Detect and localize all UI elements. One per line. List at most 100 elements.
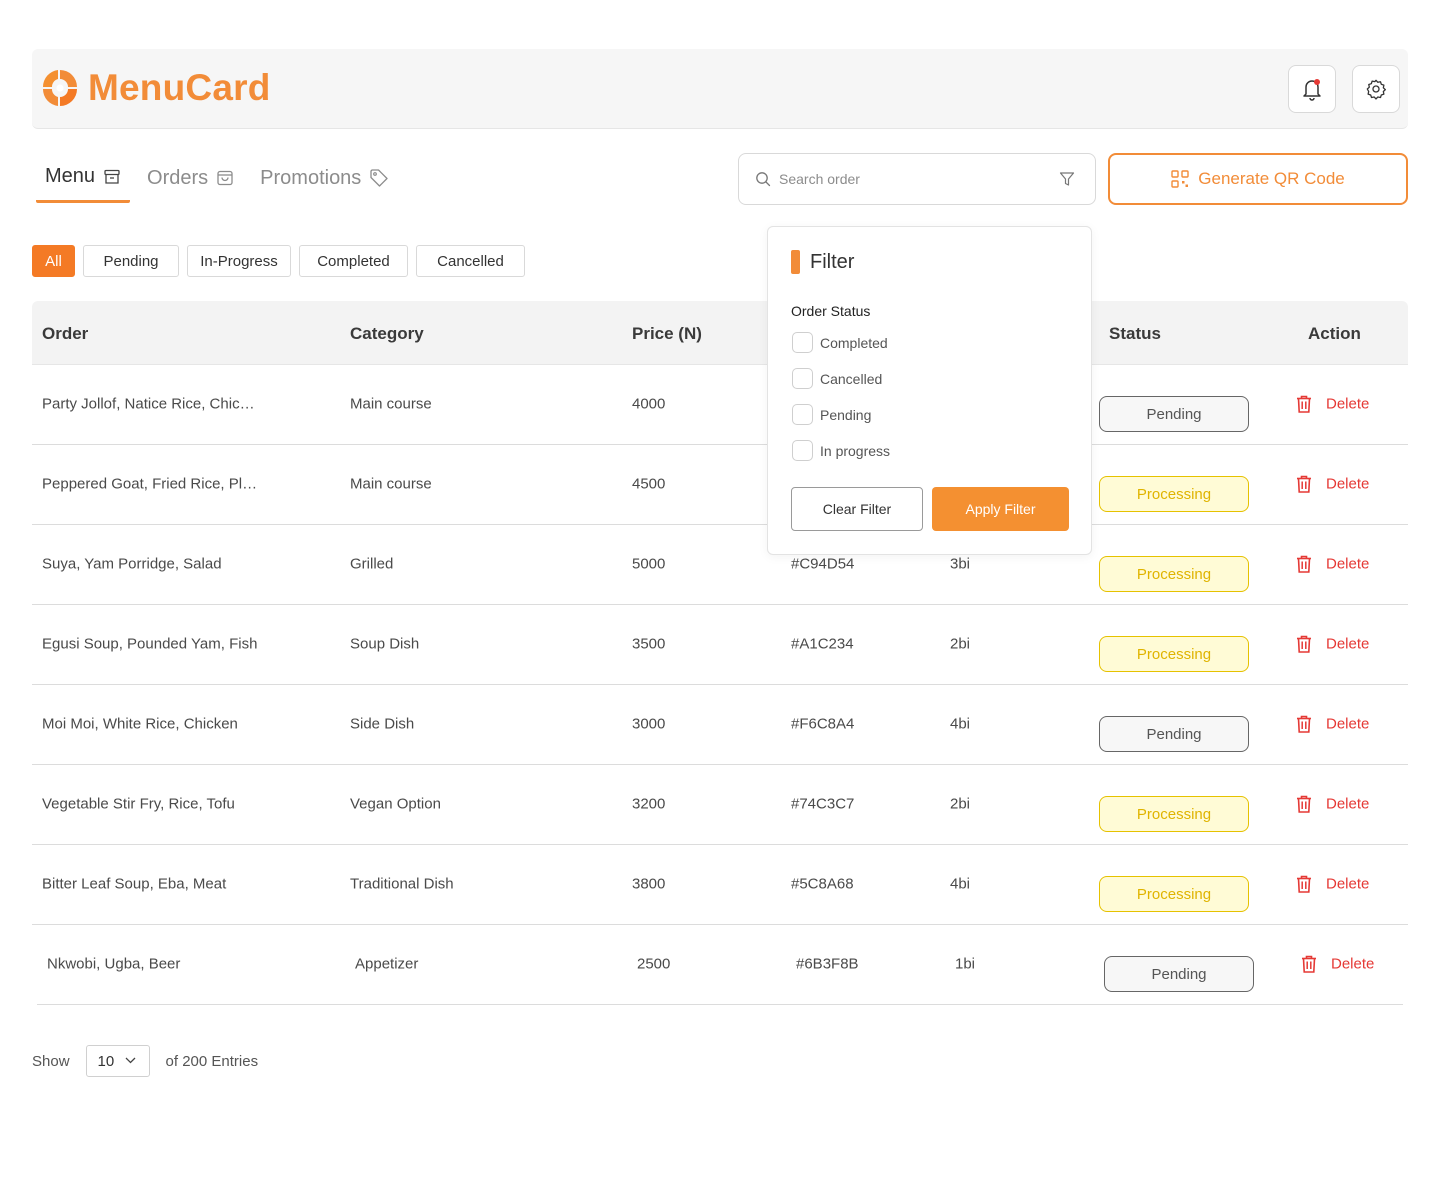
checkbox[interactable] <box>792 404 813 425</box>
tab-menu[interactable]: Menu <box>36 160 131 203</box>
qr-code-icon <box>1171 170 1189 188</box>
chip-completed[interactable]: Completed <box>299 245 408 277</box>
page-size-value: 10 <box>97 1052 115 1070</box>
table-row[interactable]: Moi Moi, White Rice, Chicken Side Dish 300… <box>32 685 1408 765</box>
order-category: Main course <box>350 475 432 493</box>
delete-label: Delete <box>1326 475 1370 493</box>
chip-in-progress[interactable]: In-Progress <box>187 245 291 277</box>
order-items: Peppered Goat, Fried Rice, Pl… <box>42 475 258 493</box>
table-header: Order Category Price (N) Status Action <box>32 301 1408 365</box>
delete-button[interactable]: Delete <box>1296 555 1369 574</box>
bag-icon <box>217 170 233 186</box>
table-row[interactable]: Peppered Goat, Fried Rice, Pl… Main cours… <box>32 445 1408 525</box>
order-category: Side Dish <box>350 715 415 733</box>
order-category: Grilled <box>350 555 394 573</box>
clear-filter-button[interactable]: Clear Filter <box>791 487 923 531</box>
order-id: #5C8A68 <box>791 875 854 893</box>
archive-icon <box>104 169 120 184</box>
table-row[interactable]: Suya, Yam Porridge, Salad Grilled 5000 #C94… <box>32 525 1408 605</box>
status-badge: Pending <box>1104 956 1254 992</box>
order-status-label: Order Status <box>791 303 871 319</box>
order-price: 3000 <box>632 715 666 733</box>
chip-pending[interactable]: Pending <box>83 245 179 277</box>
order-items: Suya, Yam Porridge, Salad <box>42 555 222 573</box>
filter-panel-title: Filter <box>791 250 854 274</box>
order-price: 4500 <box>632 475 666 493</box>
app-header: MenuCard <box>32 49 1408 129</box>
trash-icon <box>1297 395 1311 413</box>
order-id: #A1C234 <box>791 635 854 653</box>
delete-button[interactable]: Delete <box>1301 955 1374 974</box>
status-badge: Processing <box>1099 796 1249 832</box>
status-badge: Processing <box>1099 476 1249 512</box>
order-id: #C94D54 <box>791 555 855 573</box>
order-price: 3200 <box>632 795 666 813</box>
column-order: Order <box>42 324 89 343</box>
table-row[interactable]: Egusi Soup, Pounded Yam, Fish Soup Dish 35… <box>32 605 1408 685</box>
trash-icon <box>1297 555 1311 573</box>
status-badge: Pending <box>1099 716 1249 752</box>
show-label: Show <box>32 1052 70 1070</box>
orders-table: Order Category Price (N) Status Action P… <box>32 301 1408 1005</box>
order-price: 3500 <box>632 635 666 653</box>
table-body: Party Jollof, Natice Rice, Chic… Main cou… <box>32 365 1408 1005</box>
chevron-down-icon <box>125 1057 135 1064</box>
filter-option-cancelled[interactable]: Cancelled <box>792 368 882 389</box>
trash-icon <box>1297 475 1311 493</box>
delete-button[interactable]: Delete <box>1296 635 1369 654</box>
order-quantity: 4bi <box>950 875 971 893</box>
status-badge: Processing <box>1099 636 1249 672</box>
table-row[interactable]: Party Jollof, Natice Rice, Chic… Main cou… <box>32 365 1408 445</box>
generate-qr-button[interactable]: Generate QR Code <box>1108 153 1408 205</box>
table-row[interactable]: Nkwobi, Ugba, Beer Appetizer 2500 #6B3F8B 1b… <box>37 925 1403 1005</box>
tag-icon <box>370 169 388 187</box>
status-badge: Processing <box>1099 556 1249 592</box>
brand-logo[interactable]: MenuCard <box>40 67 271 109</box>
checkbox[interactable] <box>792 440 813 461</box>
search-icon <box>756 172 771 187</box>
delete-button[interactable]: Delete <box>1296 395 1369 414</box>
notification-button[interactable] <box>1288 65 1336 113</box>
table-row[interactable]: Bitter Leaf Soup, Eba, Meat Traditional D… <box>32 845 1408 925</box>
pagination-footer: Show 10 of 200 Entries <box>32 1045 258 1077</box>
order-id: #F6C8A4 <box>791 715 855 733</box>
apply-filter-button[interactable]: Apply Filter <box>932 487 1069 531</box>
order-price: 5000 <box>632 555 666 573</box>
tab-promotions[interactable]: Promotions <box>251 160 398 196</box>
order-id: #74C3C7 <box>791 795 855 813</box>
brand-name: MenuCard <box>88 67 271 108</box>
delete-button[interactable]: Delete <box>1296 715 1369 734</box>
status-badge: Pending <box>1099 396 1249 432</box>
filter-accent-bar <box>791 250 800 274</box>
filter-icon[interactable] <box>1059 171 1075 187</box>
filter-option-completed[interactable]: Completed <box>792 332 888 353</box>
order-category: Appetizer <box>355 955 419 973</box>
table-row[interactable]: Vegetable Stir Fry, Rice, Tofu Vegan Opti… <box>32 765 1408 845</box>
filter-option-in-progress[interactable]: In progress <box>792 440 890 461</box>
delete-label: Delete <box>1326 875 1370 893</box>
column-price: Price (N) <box>632 324 702 343</box>
delete-button[interactable]: Delete <box>1296 475 1369 494</box>
search-input[interactable] <box>779 171 1049 187</box>
generate-qr-label: Generate QR Code <box>1198 169 1345 188</box>
filter-option-pending[interactable]: Pending <box>792 404 871 425</box>
checkbox[interactable] <box>792 368 813 389</box>
tab-orders[interactable]: Orders <box>138 160 243 196</box>
order-quantity: 4bi <box>950 715 971 733</box>
order-items: Bitter Leaf Soup, Eba, Meat <box>42 875 227 893</box>
order-price: 2500 <box>637 955 671 973</box>
search-box[interactable] <box>738 153 1096 205</box>
page-size-select[interactable]: 10 <box>85 1045 150 1077</box>
order-quantity: 2bi <box>950 795 971 813</box>
delete-button[interactable]: Delete <box>1296 875 1369 894</box>
chip-all[interactable]: All <box>32 245 75 277</box>
filter-option-label: Completed <box>820 334 888 351</box>
delete-label: Delete <box>1331 955 1375 973</box>
chip-cancelled[interactable]: Cancelled <box>416 245 525 277</box>
trash-icon <box>1297 795 1311 813</box>
trash-icon <box>1297 715 1311 733</box>
order-category: Main course <box>350 395 432 413</box>
settings-button[interactable] <box>1352 65 1400 113</box>
checkbox[interactable] <box>792 332 813 353</box>
delete-button[interactable]: Delete <box>1296 795 1369 814</box>
